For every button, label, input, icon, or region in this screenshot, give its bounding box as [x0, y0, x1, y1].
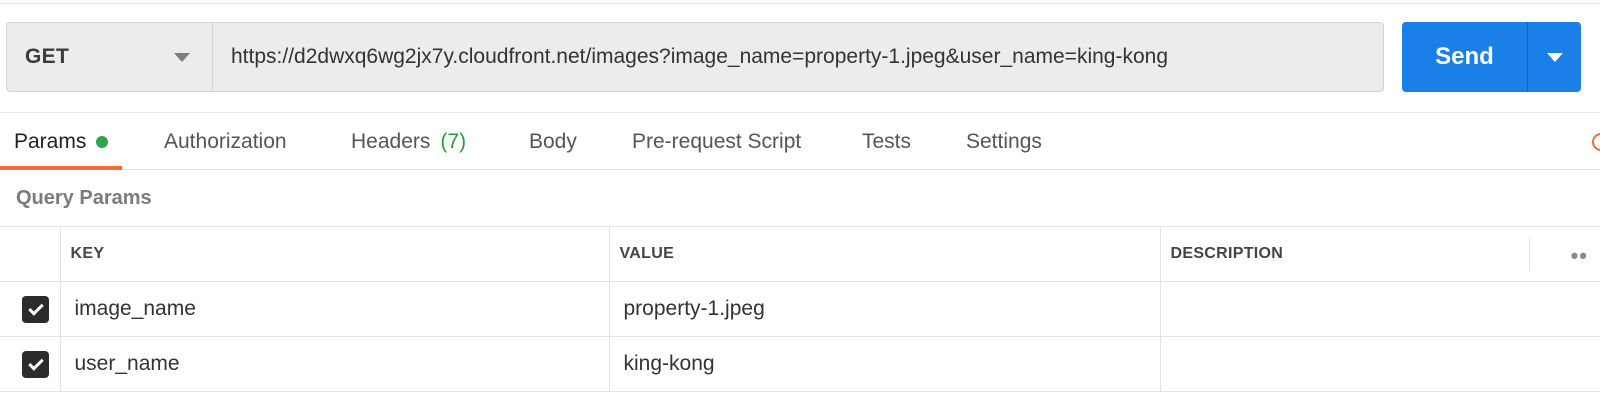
checkbox-column-header [0, 226, 60, 282]
description-cell[interactable] [1159, 281, 1600, 337]
top-strip [0, 0, 1600, 4]
tab-body[interactable]: Body [529, 113, 577, 170]
cookies-indicator-icon[interactable] [1592, 133, 1600, 151]
tab-params[interactable]: Params [0, 113, 123, 170]
section-title: Query Params [16, 187, 152, 209]
tab-pre-request-script[interactable]: Pre-request Script [632, 113, 801, 170]
value-column-header: VALUE [608, 226, 1160, 282]
row-checkbox-cell [0, 336, 60, 392]
tab-label: Settings [966, 129, 1042, 153]
table-row: user_name king-kong [0, 336, 1600, 392]
key-column-header: KEY [59, 226, 609, 282]
headers-count: (7) [440, 129, 467, 153]
url-input[interactable] [213, 22, 1384, 92]
value-cell[interactable]: king-kong [608, 336, 1160, 392]
tab-tests[interactable]: Tests [862, 113, 911, 170]
description-column-header: DESCRIPTION •• [1159, 226, 1600, 282]
tab-authorization[interactable]: Authorization [164, 113, 287, 170]
table-header-row: KEY VALUE DESCRIPTION •• [0, 226, 1600, 282]
ellipsis-icon[interactable]: •• [1571, 243, 1588, 269]
description-header-label: DESCRIPTION [1170, 245, 1284, 262]
tab-label: Body [529, 129, 577, 153]
send-options-button[interactable] [1527, 22, 1581, 92]
tab-label: Headers [351, 129, 431, 153]
value-cell[interactable]: property-1.jpeg [608, 281, 1160, 337]
row-checkbox[interactable] [22, 350, 49, 378]
tab-label: Tests [862, 129, 912, 153]
query-params-table: KEY VALUE DESCRIPTION •• image_name prop… [0, 226, 1600, 392]
row-checkbox[interactable] [22, 295, 49, 323]
chevron-down-icon [1546, 52, 1563, 62]
send-button[interactable]: Send [1402, 22, 1527, 92]
method-select[interactable]: GET [6, 22, 213, 92]
tab-label: Pre-request Script [632, 129, 802, 153]
key-cell[interactable]: image_name [59, 281, 609, 337]
send-button-group: Send [1402, 22, 1581, 92]
tab-headers[interactable]: Headers (7) [351, 113, 466, 170]
tab-label: Params [14, 129, 87, 153]
tab-label: Authorization [164, 129, 287, 153]
request-bar: GET [6, 22, 1384, 92]
params-active-dot-icon [96, 135, 109, 148]
method-label: GET [25, 45, 70, 68]
checkmark-icon [27, 354, 44, 371]
key-cell[interactable]: user_name [59, 336, 609, 392]
tab-settings[interactable]: Settings [966, 113, 1042, 170]
table-row: image_name property-1.jpeg [0, 281, 1600, 337]
request-tabs: Params Authorization Headers (7) Body Pr… [0, 112, 1600, 170]
description-cell[interactable] [1159, 336, 1600, 392]
column-divider [1529, 237, 1530, 271]
checkmark-icon [27, 299, 44, 316]
chevron-down-icon [174, 52, 190, 62]
row-checkbox-cell [0, 281, 60, 337]
